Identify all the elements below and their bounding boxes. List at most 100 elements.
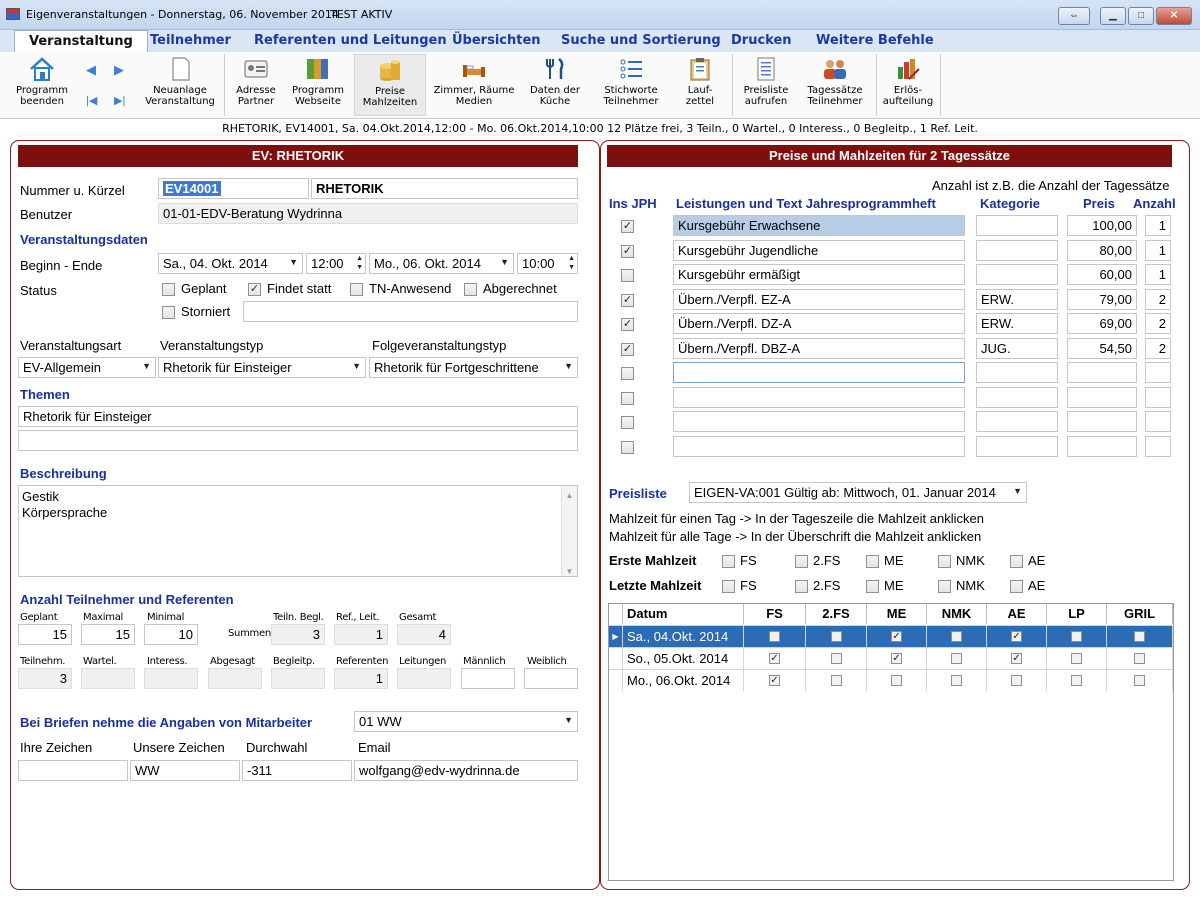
spinner-icon[interactable]: ▲ ▼ [356, 254, 363, 272]
ins-jph-checkbox[interactable] [621, 392, 634, 405]
anzahl-input[interactable] [1145, 362, 1171, 383]
maennlich-input[interactable] [461, 668, 515, 689]
grid-col-header[interactable]: LP [1047, 604, 1107, 624]
letzte-mahlzeit-ae-checkbox[interactable] [1010, 580, 1023, 593]
leistung-input[interactable] [673, 411, 965, 432]
grid-col-header[interactable]: NMK [927, 604, 987, 624]
kategorie-input[interactable] [976, 362, 1058, 383]
leistung-input[interactable]: Kursgebühr ermäßigt [673, 264, 965, 285]
meal-checkbox[interactable] [891, 675, 902, 686]
tab-teilnehmer[interactable]: Teilnehmer [150, 33, 231, 48]
leistung-input[interactable]: Übern./Verpfl. DZ-A [673, 313, 965, 334]
email-input[interactable]: wolfgang@edv-wydrinna.de [354, 760, 578, 781]
storniert-checkbox[interactable] [162, 306, 175, 319]
preisliste-select[interactable]: EIGEN-VA:001 Gültig ab: Mittwoch, 01. Ja… [689, 482, 1027, 503]
grid-meal-cell[interactable] [1107, 626, 1173, 647]
ins-jph-checkbox[interactable]: ✓ [621, 318, 634, 331]
durchwahl-input[interactable]: -311 [242, 760, 352, 781]
preis-input[interactable] [1067, 362, 1137, 383]
leistung-input[interactable]: Übern./Verpfl. EZ-A [673, 289, 965, 310]
grid-col-header[interactable]: ME [867, 604, 927, 624]
anzahl-input[interactable]: 1 [1145, 240, 1171, 261]
grid-col-header[interactable]: 2.FS [806, 604, 867, 624]
grid-meal-cell[interactable]: ✓ [867, 648, 927, 669]
grid-meal-cell[interactable] [806, 670, 867, 691]
geplant-checkbox[interactable] [162, 283, 175, 296]
grid-meal-cell[interactable] [867, 670, 927, 691]
table-row[interactable]: So., 05.Okt. 2014 ✓ ✓ ✓ [609, 647, 1173, 669]
folgetyp-select[interactable]: Rhetorik für Fortgeschrittene ▼ [369, 357, 578, 378]
letzte-mahlzeit-fs-checkbox[interactable] [722, 580, 735, 593]
tn-anwesend-checkbox[interactable] [350, 283, 363, 296]
abgerechnet-checkbox[interactable] [464, 283, 477, 296]
meal-checkbox[interactable] [1071, 653, 1082, 664]
ins-jph-checkbox[interactable] [621, 367, 634, 380]
daten-kueche-button[interactable]: Daten der Küche [524, 54, 586, 116]
preis-input[interactable] [1067, 387, 1137, 408]
ins-jph-checkbox[interactable]: ✓ [621, 294, 634, 307]
erste-mahlzeit-fs-checkbox[interactable] [722, 555, 735, 568]
spinner-icon[interactable]: ▲ ▼ [568, 254, 575, 272]
grid-meal-cell[interactable] [1047, 626, 1107, 647]
leistung-input[interactable]: Kursgebühr Jugendliche [673, 240, 965, 261]
erste-mahlzeit-nmk-checkbox[interactable] [938, 555, 951, 568]
table-row[interactable]: Mo., 06.Okt. 2014 ✓ [609, 669, 1173, 691]
anzahl-input[interactable]: 1 [1145, 264, 1171, 285]
preis-input[interactable]: 80,00 [1067, 240, 1137, 261]
grid-meal-cell[interactable] [806, 648, 867, 669]
grid-meal-cell[interactable]: ✓ [744, 670, 806, 691]
erloesaufteilung-button[interactable]: Erlös-aufteilung [880, 54, 936, 116]
minimize-button[interactable]: ▁ [1100, 7, 1126, 25]
ende-zeit-spinner[interactable]: 10:00 ▲ ▼ [517, 253, 578, 274]
tab-suche[interactable]: Suche und Sortierung [561, 33, 721, 48]
zimmer-raeume-button[interactable]: Zimmer, Räume Medien [432, 54, 516, 116]
meal-checkbox[interactable] [1134, 653, 1145, 664]
nummer-input[interactable]: EV14001 [158, 178, 309, 199]
preis-input[interactable] [1067, 436, 1137, 457]
anzahl-input[interactable] [1145, 387, 1171, 408]
grid-col-header[interactable]: GRIL [1107, 604, 1173, 624]
grid-meal-cell[interactable] [927, 648, 987, 669]
last-icon[interactable]: ▶| [114, 94, 125, 107]
grid-col-header[interactable]: AE [987, 604, 1047, 624]
table-row[interactable]: ▶ Sa., 04.Okt. 2014 ✓ ✓ [609, 625, 1173, 647]
erste-mahlzeit-2fs-checkbox[interactable] [795, 555, 808, 568]
kategorie-input[interactable]: ERW. [976, 289, 1058, 310]
grid-meal-cell[interactable] [1047, 648, 1107, 669]
erste-mahlzeit-me-checkbox[interactable] [866, 555, 879, 568]
ende-datum-picker[interactable]: Mo., 06. Okt. 2014 ▼ [369, 253, 514, 274]
meal-checkbox[interactable] [1011, 675, 1022, 686]
meal-checkbox[interactable] [1134, 631, 1145, 642]
grid-meal-cell[interactable]: ✓ [987, 648, 1047, 669]
mitarbeiter-select[interactable]: 01 WW ▼ [354, 711, 578, 732]
meal-checkbox[interactable]: ✓ [891, 631, 902, 642]
kategorie-input[interactable]: ERW. [976, 313, 1058, 334]
ins-jph-checkbox[interactable]: ✓ [621, 220, 634, 233]
meal-checkbox[interactable] [831, 653, 842, 664]
meal-checkbox[interactable]: ✓ [1011, 631, 1022, 642]
programm-webseite-button[interactable]: Programm Webseite [288, 54, 348, 116]
thema-2-input[interactable] [18, 430, 578, 451]
leistung-input[interactable] [673, 362, 965, 383]
kategorie-input[interactable] [976, 411, 1058, 432]
meal-checkbox[interactable] [1071, 631, 1082, 642]
grid-meal-cell[interactable] [1047, 670, 1107, 691]
programm-beenden-button[interactable]: Programm beenden [14, 54, 70, 116]
leistung-input[interactable] [673, 387, 965, 408]
tab-uebersichten[interactable]: Übersichten [452, 33, 541, 48]
close-button[interactable]: ✕ [1156, 7, 1192, 25]
preis-input[interactable]: 79,00 [1067, 289, 1137, 310]
tab-veranstaltung[interactable]: Veranstaltung [14, 30, 148, 52]
leistung-input[interactable]: Übern./Verpfl. DBZ-A [673, 338, 965, 359]
meal-checkbox[interactable]: ✓ [769, 653, 780, 664]
meal-checkbox[interactable] [951, 631, 962, 642]
thema-1-input[interactable]: Rhetorik für Einsteiger [18, 406, 578, 427]
maximize-button[interactable]: □ [1128, 7, 1154, 25]
prev-icon[interactable]: ◀ [86, 62, 96, 78]
meal-checkbox[interactable] [1071, 675, 1082, 686]
kategorie-input[interactable] [976, 436, 1058, 457]
kategorie-input[interactable]: JUG. [976, 338, 1058, 359]
letzte-mahlzeit-me-checkbox[interactable] [866, 580, 879, 593]
geplant-count-input[interactable]: 15 [18, 624, 72, 645]
kategorie-input[interactable] [976, 215, 1058, 236]
